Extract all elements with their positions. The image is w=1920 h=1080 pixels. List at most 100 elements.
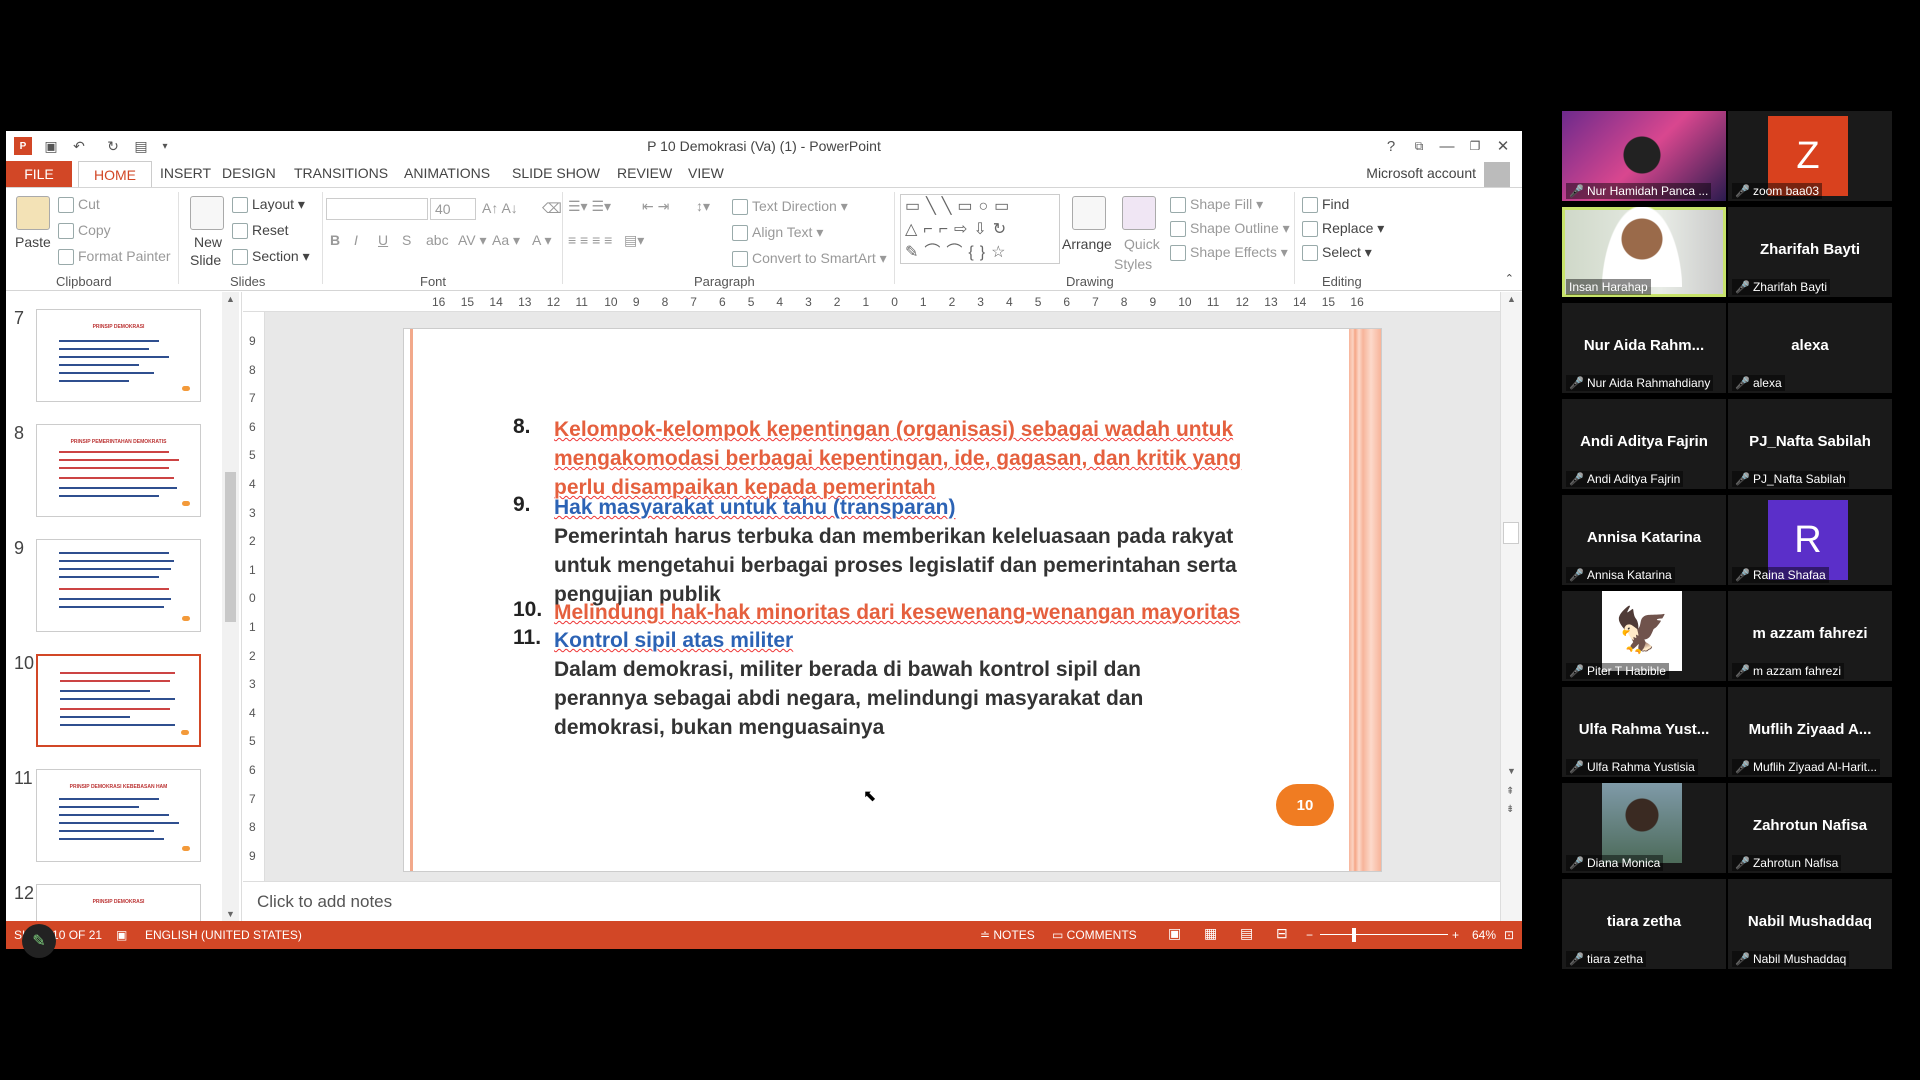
tab-animations[interactable]: ANIMATIONS xyxy=(404,165,490,181)
participant-tile[interactable]: Muflih Ziyaad A... 🎤 Muflih Ziyaad Al-Hari… xyxy=(1728,687,1892,777)
help-icon[interactable]: ? xyxy=(1378,135,1404,157)
slide-scrollbar[interactable]: ▲ ▼ ⇞ ⇟ xyxy=(1500,292,1522,921)
find-button[interactable]: Find xyxy=(1302,196,1349,214)
participant-tile[interactable]: alexa 🎤 alexa xyxy=(1728,303,1892,393)
tab-transitions[interactable]: TRANSITIONS xyxy=(294,165,388,181)
zoom-in-icon[interactable]: + xyxy=(1452,928,1459,942)
align-text-button[interactable]: Align Text ▾ xyxy=(732,224,823,242)
arrange-icon[interactable] xyxy=(1072,196,1106,230)
reading-view-icon[interactable]: ▤ xyxy=(1240,925,1253,942)
select-button[interactable]: Select ▾ xyxy=(1302,244,1372,262)
zoom-slider[interactable] xyxy=(1320,934,1448,935)
tab-review[interactable]: REVIEW xyxy=(617,165,672,181)
collapse-ribbon-icon[interactable]: ⌃ xyxy=(1505,272,1514,285)
notes-pane[interactable]: Click to add notes xyxy=(243,881,1500,921)
scroll-thumb[interactable] xyxy=(1503,522,1519,544)
indent-icon[interactable]: ⇤ ⇥ xyxy=(642,198,669,215)
language-status[interactable]: ENGLISH (UNITED STATES) xyxy=(145,928,302,942)
bold-icon[interactable]: B xyxy=(330,232,340,248)
participant-tile[interactable]: tiara zetha 🎤 tiara zetha xyxy=(1562,879,1726,969)
slide-thumbnail-7[interactable]: PRINSIP DEMOKRASI xyxy=(36,309,201,402)
participant-tile[interactable]: 🦅 🎤 Piter T Habible xyxy=(1562,591,1726,681)
previous-slide-icon[interactable]: ⇞ xyxy=(1506,786,1514,797)
participant-tile[interactable]: Annisa Katarina 🎤 Annisa Katarina xyxy=(1562,495,1726,585)
participant-tile[interactable]: R 🎤 Raina Shafaa xyxy=(1728,495,1892,585)
thumbnail-scrollbar[interactable]: ▲ ▼ xyxy=(222,292,239,921)
grow-font-icon[interactable]: A↑ A↓ xyxy=(482,200,518,216)
tab-view[interactable]: VIEW xyxy=(688,165,724,181)
slide-thumbnail-12[interactable]: PRINSIP DEMOKRASI xyxy=(36,884,201,921)
notes-button[interactable]: ≐ NOTES xyxy=(980,928,1035,942)
participant-tile[interactable]: Insan Harahap xyxy=(1562,207,1726,297)
scroll-up-icon[interactable]: ▲ xyxy=(226,294,235,304)
new-slide-label-2[interactable]: Slide xyxy=(190,252,221,268)
scroll-down-icon[interactable]: ▼ xyxy=(1507,766,1516,776)
italic-icon[interactable]: I xyxy=(354,232,358,248)
normal-view-icon[interactable]: ▣ xyxy=(1168,925,1181,942)
change-case-icon[interactable]: Aa ▾ xyxy=(492,232,520,249)
layout-button[interactable]: Layout ▾ xyxy=(232,196,305,214)
participant-tile[interactable]: PJ_Nafta Sabilah 🎤 PJ_Nafta Sabilah xyxy=(1728,399,1892,489)
quick-styles-label-2[interactable]: Styles xyxy=(1114,256,1152,272)
ribbon-display-options-icon[interactable]: ⧉ xyxy=(1406,135,1432,157)
participant-tile[interactable]: Nur Aida Rahm... 🎤 Nur Aida Rahmahdiany xyxy=(1562,303,1726,393)
section-button[interactable]: Section ▾ xyxy=(232,248,310,266)
slide-sorter-icon[interactable]: ▦ xyxy=(1204,925,1217,942)
account-avatar[interactable] xyxy=(1484,162,1510,188)
quick-styles-label[interactable]: Quick xyxy=(1124,236,1160,252)
tab-design[interactable]: DESIGN xyxy=(222,165,276,181)
slide-canvas[interactable]: 8. Kelompok-kelompok kepentingan (organi… xyxy=(403,328,1382,872)
scroll-up-icon[interactable]: ▲ xyxy=(1507,294,1516,304)
scroll-down-icon[interactable]: ▼ xyxy=(226,909,235,919)
underline-icon[interactable]: U xyxy=(378,232,388,248)
slide-thumbnail-9[interactable] xyxy=(36,539,201,632)
shape-effects-button[interactable]: Shape Effects ▾ xyxy=(1170,244,1288,262)
quick-styles-icon[interactable] xyxy=(1122,196,1156,230)
participant-tile[interactable]: m azzam fahrezi 🎤 m azzam fahrezi xyxy=(1728,591,1892,681)
shapes-gallery[interactable]: ▭╲╲▭○▭ △⌐⌐⇨⇩↻ ✎⌒⌒{}☆ xyxy=(900,194,1060,264)
participant-tile[interactable]: Nabil Mushaddaq 🎤 Nabil Mushaddaq xyxy=(1728,879,1892,969)
shape-fill-button[interactable]: Shape Fill ▾ xyxy=(1170,196,1263,214)
new-slide-label[interactable]: New xyxy=(194,234,222,250)
participant-tile[interactable]: 🎤 Diana Monica xyxy=(1562,783,1726,873)
slide-thumbnail-8[interactable]: PRINSIP PEMERINTAHAN DEMOKRATIS xyxy=(36,424,201,517)
reset-button[interactable]: Reset xyxy=(232,222,289,240)
replace-button[interactable]: Replace ▾ xyxy=(1302,220,1384,238)
copy-button[interactable]: Copy xyxy=(58,222,111,240)
char-spacing-icon[interactable]: AV ▾ xyxy=(458,232,487,249)
font-name-box[interactable] xyxy=(326,198,428,220)
participant-tile[interactable]: Zharifah Bayti 🎤 Zharifah Bayti xyxy=(1728,207,1892,297)
participant-tile[interactable]: 🎤 Nur Hamidah Panca ... xyxy=(1562,111,1726,201)
tab-slide-show[interactable]: SLIDE SHOW xyxy=(512,165,600,181)
paste-icon[interactable] xyxy=(16,196,50,230)
shape-outline-button[interactable]: Shape Outline ▾ xyxy=(1170,220,1290,238)
clear-format-icon[interactable]: ⌫ xyxy=(542,200,562,217)
strikethrough-icon[interactable]: abc xyxy=(426,232,449,248)
participant-tile[interactable]: Zahrotun Nafisa 🎤 Zahrotun Nafisa xyxy=(1728,783,1892,873)
slide-show-icon[interactable]: ⊟ xyxy=(1276,925,1288,942)
format-painter-button[interactable]: Format Painter xyxy=(58,248,171,266)
line-spacing-icon[interactable]: ↕▾ xyxy=(696,198,710,215)
text-direction-button[interactable]: Text Direction ▾ xyxy=(732,198,848,216)
align-icons[interactable]: ≡ ≡ ≡ ≡ ▤▾ xyxy=(568,232,644,249)
comments-button[interactable]: ▭ COMMENTS xyxy=(1052,928,1137,942)
font-size-box[interactable]: 40 xyxy=(430,198,476,220)
slide-thumbnail-10[interactable] xyxy=(36,654,201,747)
shadow-icon[interactable]: S xyxy=(402,232,411,248)
tab-file[interactable]: FILE xyxy=(6,161,72,187)
zoom-slider-thumb[interactable] xyxy=(1352,928,1356,942)
bullets-icon[interactable]: ☰▾ ☰▾ xyxy=(568,198,611,215)
cut-button[interactable]: Cut xyxy=(58,196,100,214)
close-icon[interactable]: ✕ xyxy=(1490,135,1516,157)
restore-icon[interactable]: ❐ xyxy=(1462,135,1488,157)
annotate-pen-icon[interactable]: ✎ xyxy=(22,924,56,958)
spell-check-icon[interactable]: ▣ xyxy=(116,928,127,942)
scroll-thumb[interactable] xyxy=(225,472,236,622)
participant-tile[interactable]: Z 🎤 zoom baa03 xyxy=(1728,111,1892,201)
tab-insert[interactable]: INSERT xyxy=(160,165,211,181)
new-slide-icon[interactable] xyxy=(190,196,224,230)
font-color-icon[interactable]: A ▾ xyxy=(532,232,551,249)
minimize-icon[interactable]: — xyxy=(1434,135,1460,157)
zoom-level[interactable]: 64% xyxy=(1472,928,1496,942)
paste-button[interactable]: Paste xyxy=(15,234,51,250)
